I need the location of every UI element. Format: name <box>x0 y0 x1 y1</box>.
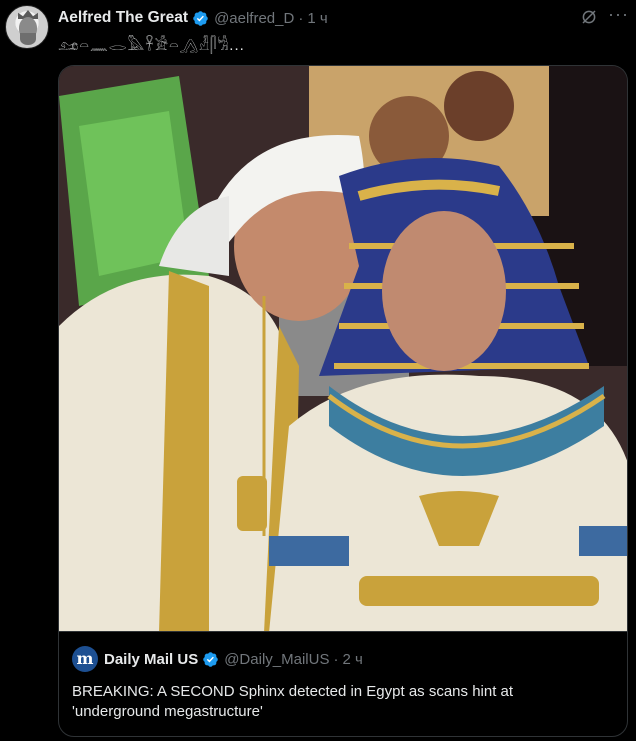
beard-shape <box>20 33 36 45</box>
tweet-text: 𓃭𓏏𓈖𓂋𓅓𓋹𓀀𓏏𓂻𓁐𓋴𓀜... <box>58 37 245 54</box>
quoted-author-display-name[interactable]: Daily Mail US <box>104 651 198 668</box>
more-options-icon[interactable]: ··· <box>608 5 628 26</box>
tweet-timestamp[interactable]: 1 ч <box>307 10 327 27</box>
quoted-author-handle[interactable]: @Daily_MailUS <box>224 651 329 668</box>
tweet-header: Aelfred The Great @aelfred_D · 1 ч <box>58 7 636 29</box>
quoted-tweet-header: m Daily Mail US @Daily_MailUS · 2 ч <box>72 646 363 672</box>
photo-illustration <box>59 66 627 632</box>
separator-dot: · <box>333 650 339 668</box>
quoted-tweet-card[interactable]: m Daily Mail US @Daily_MailUS · 2 ч BREA… <box>58 631 628 737</box>
quoted-tweet-timestamp[interactable]: 2 ч <box>342 651 362 668</box>
quoted-tweet-text: BREAKING: A SECOND Sphinx detected in Eg… <box>72 683 514 720</box>
separator-dot: · <box>298 9 304 27</box>
author-handle[interactable]: @aelfred_D <box>214 10 294 27</box>
verified-badge-icon <box>203 651 218 667</box>
verified-badge-icon <box>193 10 208 26</box>
author-display-name[interactable]: Aelfred The Great <box>58 9 188 27</box>
tweet-media-image[interactable] <box>58 65 628 632</box>
grok-icon[interactable] <box>580 8 598 26</box>
daily-mail-avatar[interactable]: m <box>72 646 98 672</box>
author-avatar[interactable] <box>5 5 49 49</box>
